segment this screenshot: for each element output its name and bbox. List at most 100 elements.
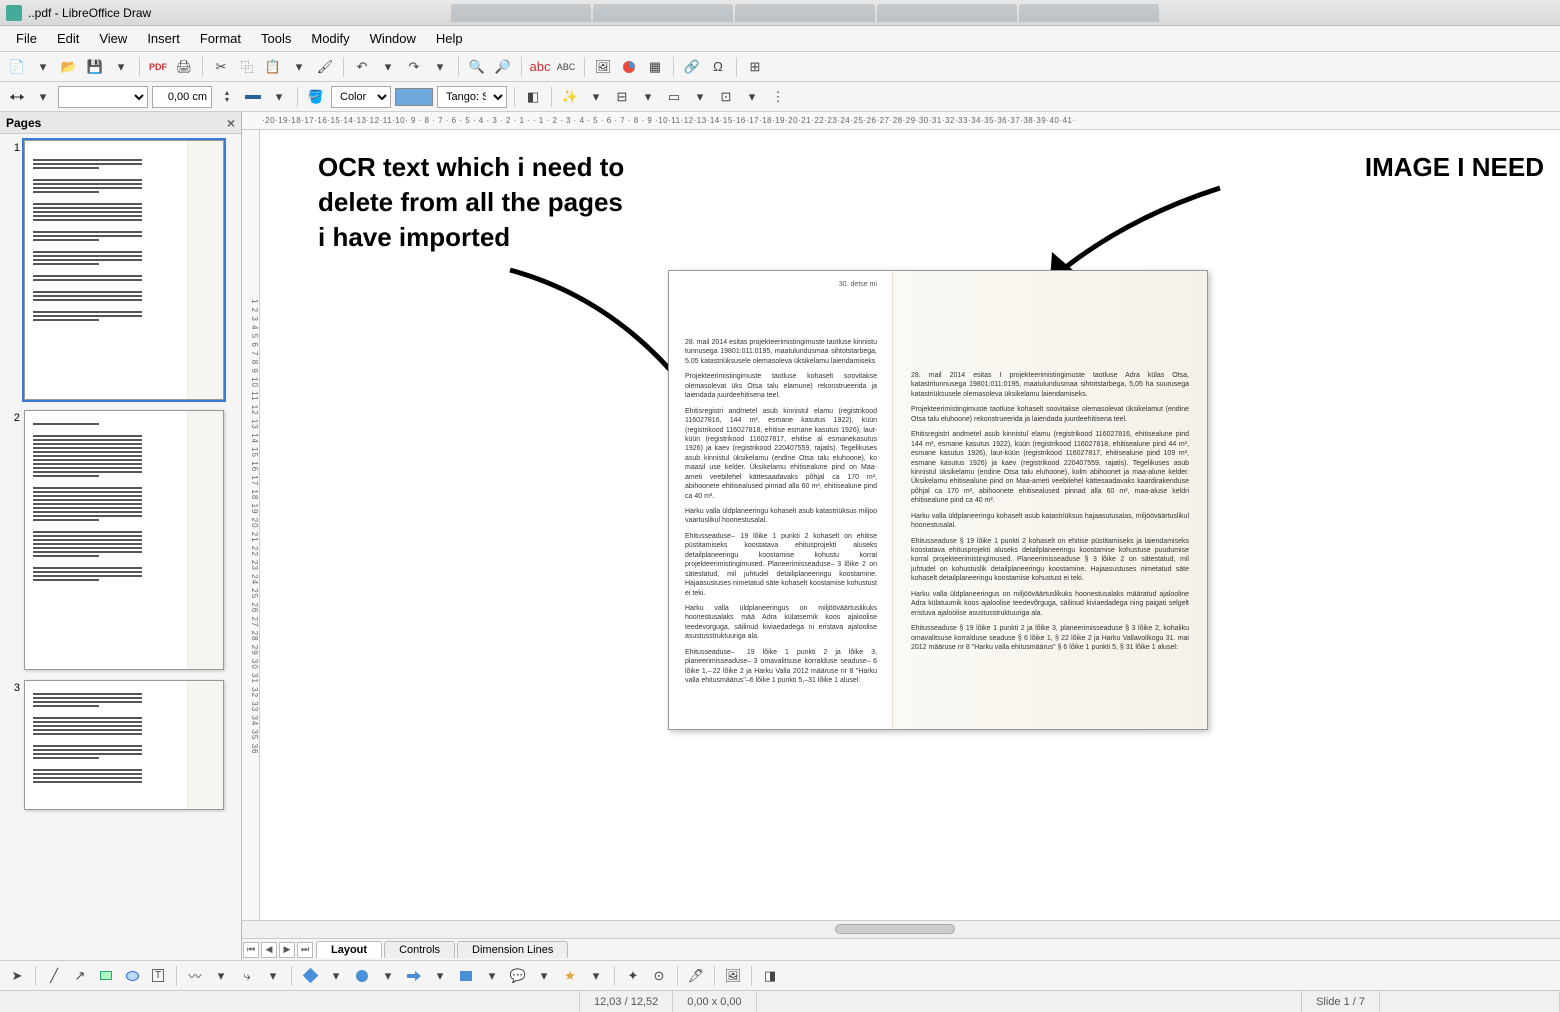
new-dropdown[interactable]: ▾ (32, 56, 54, 78)
select-tool[interactable]: ➤ (6, 965, 28, 987)
undo-button[interactable]: ↶ (351, 56, 373, 78)
effects-dropdown[interactable]: ▾ (585, 86, 607, 108)
new-button[interactable]: 📄 (6, 56, 28, 78)
tab-dimension[interactable]: Dimension Lines (457, 941, 568, 958)
autospell-button[interactable]: ABC (555, 56, 577, 78)
page-thumbnail-2[interactable]: 2 (6, 410, 235, 670)
menu-edit[interactable]: Edit (47, 31, 89, 46)
align-dropdown[interactable]: ▾ (637, 86, 659, 108)
tab-controls[interactable]: Controls (384, 941, 455, 958)
paste-dropdown[interactable]: ▾ (288, 56, 310, 78)
paste-button[interactable]: 📋 (262, 56, 284, 78)
tab-nav-next[interactable]: ▶ (279, 942, 295, 958)
shadow-button[interactable]: ◧ (522, 86, 544, 108)
arrange-button[interactable]: ▭ (663, 86, 685, 108)
background-tab[interactable] (877, 4, 1017, 22)
fill-color-swatch[interactable] (395, 88, 433, 106)
distribute-button[interactable]: ⊡ (715, 86, 737, 108)
redo-dropdown[interactable]: ▾ (429, 56, 451, 78)
scrollbar-thumb[interactable] (835, 924, 955, 934)
menu-modify[interactable]: Modify (301, 31, 359, 46)
zoom-button[interactable]: 🔎 (492, 56, 514, 78)
line-tool[interactable]: ╱ (43, 965, 65, 987)
effects-button[interactable]: ✨ (559, 86, 581, 108)
basic-shapes-dropdown[interactable]: ▾ (325, 965, 347, 987)
menu-help[interactable]: Help (426, 31, 473, 46)
document-page[interactable]: 28. mail 2014 esitas I projekteerimistin… (668, 270, 1208, 730)
tab-nav-prev[interactable]: ◀ (261, 942, 277, 958)
extras-button[interactable]: ⋮ (767, 86, 789, 108)
chart-button[interactable] (618, 56, 640, 78)
find-button[interactable]: 🔍 (466, 56, 488, 78)
page-thumbnail-3[interactable]: 3 (6, 680, 235, 810)
rectangle-tool[interactable] (95, 965, 117, 987)
stars-tool[interactable]: ★ (559, 965, 581, 987)
hyperlink-button[interactable]: 🔗 (681, 56, 703, 78)
from-file-tool[interactable]: 🖼 (722, 965, 744, 987)
stars-dropdown[interactable]: ▾ (585, 965, 607, 987)
points-tool[interactable]: ✦ (622, 965, 644, 987)
curve-dropdown[interactable]: ▾ (210, 965, 232, 987)
ellipse-tool[interactable] (121, 965, 143, 987)
close-icon[interactable]: × (227, 115, 235, 131)
tab-layout[interactable]: Layout (316, 941, 382, 958)
flowchart-dropdown[interactable]: ▾ (481, 965, 503, 987)
glue-tool[interactable]: ⊙ (648, 965, 670, 987)
connector-tool[interactable]: ⤷ (236, 965, 258, 987)
extrusion-tool[interactable]: ◨ (759, 965, 781, 987)
menu-insert[interactable]: Insert (137, 31, 190, 46)
vertical-ruler[interactable]: 1 2 3 4 5 6 7 8 9 10 11 12 13 14 15 16 1… (242, 130, 260, 920)
distribute-dropdown[interactable]: ▾ (741, 86, 763, 108)
menu-file[interactable]: File (6, 31, 47, 46)
line-width-input[interactable] (152, 86, 212, 108)
line-style-select[interactable] (58, 86, 148, 108)
text-tool[interactable]: T (147, 965, 169, 987)
symbol-shapes-dropdown[interactable]: ▾ (377, 965, 399, 987)
cut-button[interactable]: ✂ (210, 56, 232, 78)
fill-type-select[interactable]: Color (331, 86, 391, 108)
save-dropdown[interactable]: ▾ (110, 56, 132, 78)
open-button[interactable]: 📂 (58, 56, 80, 78)
export-pdf-button[interactable]: PDF (147, 56, 169, 78)
callout-tool[interactable]: 💬 (507, 965, 529, 987)
image-button[interactable]: 🖼 (592, 56, 614, 78)
arrow-tool[interactable]: ↗ (69, 965, 91, 987)
line-color-dropdown[interactable]: ▾ (268, 86, 290, 108)
arrange-dropdown[interactable]: ▾ (689, 86, 711, 108)
background-tab[interactable] (451, 4, 591, 22)
tab-nav-first[interactable]: ⏮ (243, 942, 259, 958)
symbol-shapes-tool[interactable] (351, 965, 373, 987)
grid-button[interactable]: ⊞ (744, 56, 766, 78)
tab-nav-last[interactable]: ⏭ (297, 942, 313, 958)
horizontal-ruler[interactable]: ·20·19·18·17·16·15·14·13·12·11·10· 9 · 8… (242, 112, 1560, 130)
flowchart-tool[interactable] (455, 965, 477, 987)
drawing-canvas[interactable]: OCR text which i need to delete from all… (260, 130, 1560, 920)
format-paintbrush-button[interactable]: 🖌 (314, 56, 336, 78)
table-button[interactable]: ▦ (644, 56, 666, 78)
line-color-button[interactable] (242, 86, 264, 108)
menu-window[interactable]: Window (360, 31, 426, 46)
curve-tool[interactable]: 〰 (184, 965, 206, 987)
arrow-style-button[interactable] (6, 86, 28, 108)
background-tab[interactable] (593, 4, 733, 22)
spellcheck-button[interactable]: abc (529, 56, 551, 78)
block-arrows-dropdown[interactable]: ▾ (429, 965, 451, 987)
horizontal-scrollbar[interactable] (242, 920, 1560, 938)
background-tab[interactable] (735, 4, 875, 22)
undo-dropdown[interactable]: ▾ (377, 56, 399, 78)
redo-button[interactable]: ↷ (403, 56, 425, 78)
connector-dropdown[interactable]: ▾ (262, 965, 284, 987)
print-button[interactable]: 🖨 (173, 56, 195, 78)
page-thumbnails[interactable]: 1 2 (0, 134, 241, 960)
line-width-spinner[interactable]: ▲▼ (216, 86, 238, 108)
save-button[interactable]: 💾 (84, 56, 106, 78)
menu-view[interactable]: View (89, 31, 137, 46)
copy-button[interactable]: ⿻ (236, 56, 258, 78)
background-tab[interactable] (1019, 4, 1159, 22)
arrow-style-dropdown[interactable]: ▾ (32, 86, 54, 108)
fill-preset-select[interactable]: Tango: Sk (437, 86, 507, 108)
special-char-button[interactable]: Ω (707, 56, 729, 78)
menu-format[interactable]: Format (190, 31, 251, 46)
menu-tools[interactable]: Tools (251, 31, 301, 46)
block-arrows-tool[interactable] (403, 965, 425, 987)
